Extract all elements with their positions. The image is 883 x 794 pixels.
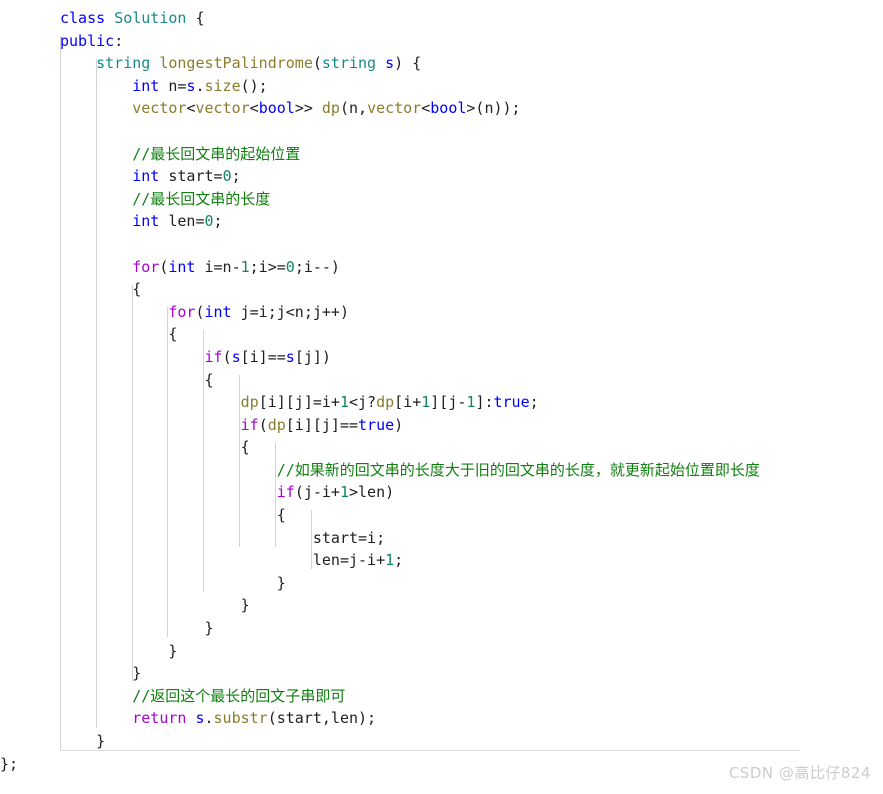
code-line: } — [60, 619, 214, 638]
code-line: start=i; — [60, 528, 386, 547]
code-line: { — [60, 506, 286, 525]
bottom-separator-rule — [60, 750, 800, 751]
code-line: { — [60, 438, 250, 457]
code-line: { — [60, 280, 142, 299]
comment-text: //如果新的回文串的长度大于旧的回文串的长度，就更新起始位置即长度 — [276, 460, 760, 479]
comment-text: //最长回文串的起始位置 — [132, 144, 301, 163]
code-line: } — [60, 573, 286, 592]
code-line: len=j-i+1; — [60, 551, 404, 570]
code-line: for(int j=i;j<n;j++) — [168, 302, 349, 321]
code-line: //最长回文串的起始位置 — [0, 143, 883, 166]
watermark-text: CSDN @高比仔824 — [728, 764, 871, 782]
code-line: for(int i=n-1;i>=0;i--) — [132, 257, 340, 276]
code-line: return s.substr(start,len); — [132, 709, 377, 728]
code-line: //最长回文串的长度 — [0, 188, 883, 211]
code-line: public: — [60, 31, 124, 50]
code-line: int len=0; — [132, 212, 223, 231]
code-content[interactable]: class Solution { public: string longestP… — [0, 0, 883, 775]
code-line: int start=0; — [132, 167, 241, 186]
code-line: int n=s.size(); — [132, 76, 268, 95]
code-line: //返回这个最长的回文子串即可 — [0, 685, 883, 708]
code-line: //如果新的回文串的长度大于旧的回文串的长度，就更新起始位置即长度 — [0, 459, 883, 482]
code-line: } — [60, 596, 250, 615]
code-line: { — [60, 325, 178, 344]
code-line: vector<vector<bool>> dp(n,vector<bool>(n… — [132, 99, 521, 118]
code-line: string longestPalindrome(string s) { — [96, 54, 422, 73]
code-line: } — [60, 664, 142, 683]
code-line: if(s[i]==s[j]) — [204, 347, 331, 366]
code-line: if(dp[i][j]==true) — [240, 415, 404, 434]
code-line: { — [60, 370, 214, 389]
code-line: if(j-i+1>len) — [276, 483, 395, 502]
code-line: dp[i][j]=i+1<j?dp[i+1][j-1]:true; — [240, 393, 539, 412]
code-line: class Solution { — [60, 9, 205, 27]
code-line: } — [60, 641, 178, 660]
comment-text: //返回这个最长的回文子串即可 — [132, 686, 346, 705]
comment-text: //最长回文串的长度 — [132, 189, 271, 208]
code-screenshot: class Solution { public: string longestP… — [0, 0, 883, 794]
